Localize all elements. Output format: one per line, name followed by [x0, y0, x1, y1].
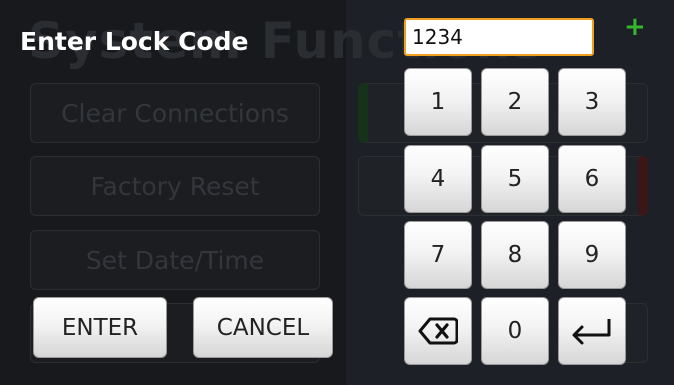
- lock-code-input[interactable]: [404, 18, 594, 56]
- key-5[interactable]: 5: [481, 145, 549, 213]
- enter-button[interactable]: ENTER: [33, 297, 167, 358]
- background-factory-reset-button: Factory Reset: [30, 156, 320, 216]
- background-set-date-time-button: Set Date/Time: [30, 230, 320, 290]
- key-1[interactable]: 1: [404, 68, 472, 136]
- key-9[interactable]: 9: [558, 221, 626, 289]
- return-key[interactable]: [558, 297, 626, 365]
- backspace-key[interactable]: [404, 297, 472, 365]
- lock-code-screen: System Functions Clear Connections Facto…: [0, 0, 674, 385]
- key-0[interactable]: 0: [481, 297, 549, 365]
- background-clear-connections-button: Clear Connections: [30, 83, 320, 143]
- key-7[interactable]: 7: [404, 221, 472, 289]
- return-icon: [572, 319, 611, 345]
- key-3[interactable]: 3: [558, 68, 626, 136]
- key-4[interactable]: 4: [404, 145, 472, 213]
- backspace-icon: [418, 317, 458, 345]
- cancel-button[interactable]: CANCEL: [193, 297, 333, 358]
- key-2[interactable]: 2: [481, 68, 549, 136]
- key-6[interactable]: 6: [558, 145, 626, 213]
- key-8[interactable]: 8: [481, 221, 549, 289]
- dialog-title: Enter Lock Code: [20, 27, 249, 56]
- plus-icon[interactable]: +: [624, 14, 646, 40]
